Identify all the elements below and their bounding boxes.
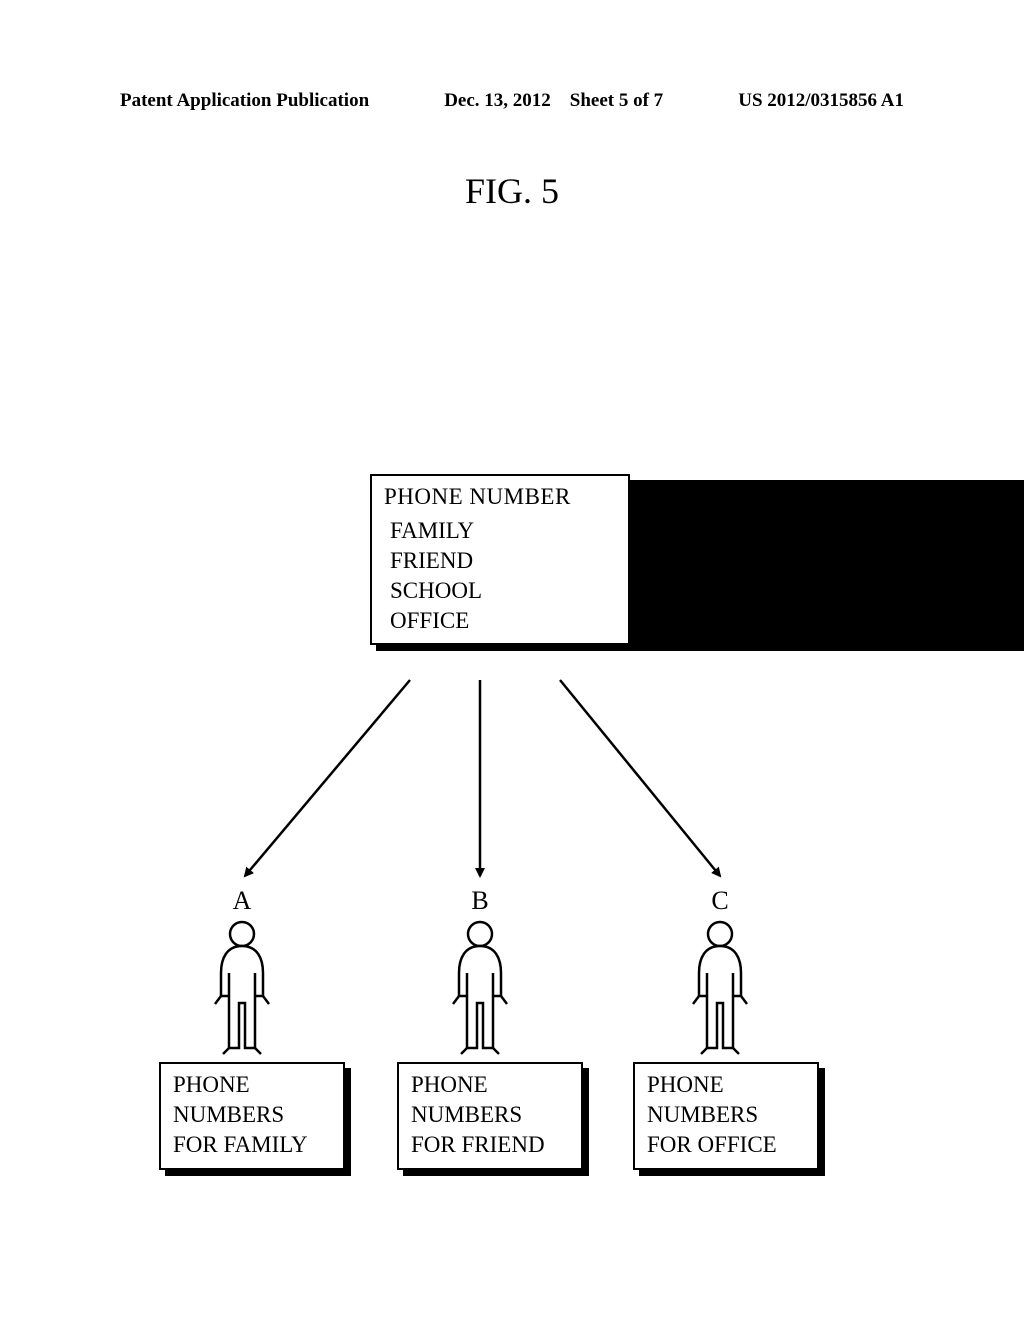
person-icon xyxy=(197,918,287,1058)
child-line: NUMBERS xyxy=(411,1100,569,1130)
child-line: PHONE xyxy=(173,1070,331,1100)
phone-number-groups-box: PHONE NUMBER FAMILY FRIEND SCHOOL OFFICE xyxy=(370,474,1024,645)
person-icon xyxy=(675,918,765,1058)
header-sheet: Sheet 5 of 7 xyxy=(570,90,663,111)
box-face: PHONE NUMBERS FOR FRIEND xyxy=(397,1062,583,1170)
child-line: FOR FRIEND xyxy=(411,1130,569,1160)
phone-numbers-office-box: PHONE NUMBERS FOR OFFICE xyxy=(633,1062,819,1170)
child-line: PHONE xyxy=(411,1070,569,1100)
box-face: PHONE NUMBERS FOR FAMILY xyxy=(159,1062,345,1170)
box-face: PHONE NUMBERS FOR OFFICE xyxy=(633,1062,819,1170)
header-date-sheet: Dec. 13, 2012 Sheet 5 of 7 xyxy=(444,90,663,112)
child-line: FOR FAMILY xyxy=(173,1130,331,1160)
group-item-office: OFFICE xyxy=(384,606,616,636)
header-publication-number: US 2012/0315856 A1 xyxy=(738,90,904,112)
page: Patent Application Publication Dec. 13, … xyxy=(0,0,1024,1320)
box-face: PHONE NUMBER FAMILY FRIEND SCHOOL OFFICE xyxy=(370,474,630,645)
child-line: PHONE xyxy=(647,1070,805,1100)
group-item-family: FAMILY xyxy=(384,516,616,546)
main-box-title: PHONE NUMBER xyxy=(384,482,616,512)
child-line: NUMBERS xyxy=(173,1100,331,1130)
person-label-b: B xyxy=(465,886,495,916)
person-label-a: A xyxy=(227,886,257,916)
child-line: NUMBERS xyxy=(647,1100,805,1130)
header-publication-type: Patent Application Publication xyxy=(120,90,369,112)
phone-numbers-friend-box: PHONE NUMBERS FOR FRIEND xyxy=(397,1062,583,1170)
header-date: Dec. 13, 2012 xyxy=(444,90,551,111)
phone-numbers-family-box: PHONE NUMBERS FOR FAMILY xyxy=(159,1062,345,1170)
person-icon xyxy=(435,918,525,1058)
group-item-school: SCHOOL xyxy=(384,576,616,606)
person-label-c: C xyxy=(705,886,735,916)
page-header: Patent Application Publication Dec. 13, … xyxy=(0,90,1024,112)
child-line: FOR OFFICE xyxy=(647,1130,805,1160)
figure-title: FIG. 5 xyxy=(0,170,1024,212)
group-item-friend: FRIEND xyxy=(384,546,616,576)
